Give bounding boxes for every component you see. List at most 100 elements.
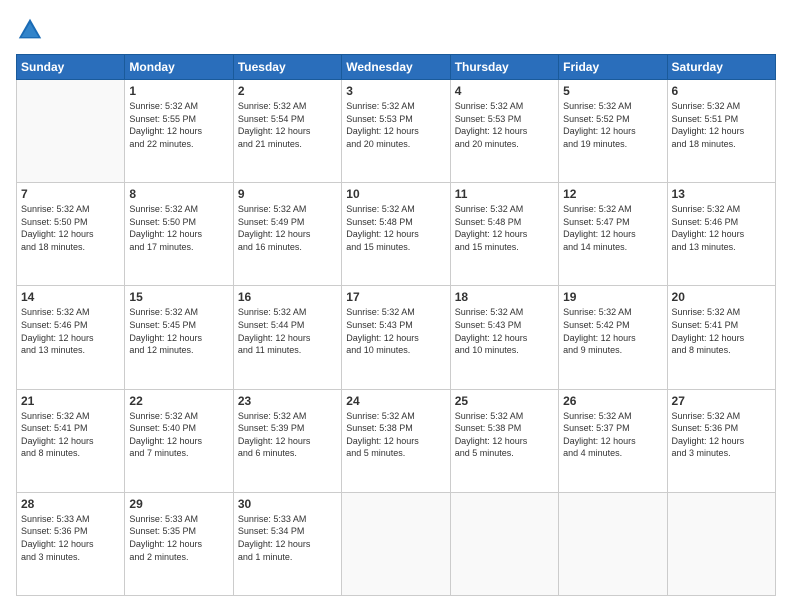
calendar-cell — [667, 492, 775, 595]
calendar-cell — [342, 492, 450, 595]
day-number: 10 — [346, 187, 445, 201]
calendar-cell: 23 Sunrise: 5:32 AM Sunset: 5:39 PM Dayli… — [233, 389, 341, 492]
weekday-header: Wednesday — [342, 55, 450, 80]
day-info: Sunrise: 5:32 AM Sunset: 5:55 PM Dayligh… — [129, 100, 228, 150]
day-info: Sunrise: 5:33 AM Sunset: 5:36 PM Dayligh… — [21, 513, 120, 563]
calendar-cell — [450, 492, 558, 595]
calendar-cell: 25 Sunrise: 5:32 AM Sunset: 5:38 PM Dayli… — [450, 389, 558, 492]
page: SundayMondayTuesdayWednesdayThursdayFrid… — [0, 0, 792, 612]
day-info: Sunrise: 5:32 AM Sunset: 5:54 PM Dayligh… — [238, 100, 337, 150]
calendar-cell: 20Sunrise: 5:32 AM Sunset: 5:41 PM Dayli… — [667, 286, 775, 389]
day-number: 17 — [346, 290, 445, 304]
day-info: Sunrise: 5:32 AM Sunset: 5:38 PM Dayligh… — [346, 410, 445, 460]
day-number: 4 — [455, 84, 554, 98]
day-info: Sunrise: 5:32 AM Sunset: 5:50 PM Dayligh… — [129, 203, 228, 253]
day-info: Sunrise: 5:32 AM Sunset: 5:39 PM Dayligh… — [238, 410, 337, 460]
calendar-cell: 3 Sunrise: 5:32 AM Sunset: 5:53 PM Daylig… — [342, 80, 450, 183]
calendar-cell: 11 Sunrise: 5:32 AM Sunset: 5:48 PM Dayli… — [450, 183, 558, 286]
day-number: 27 — [672, 394, 771, 408]
header — [16, 16, 776, 44]
day-number: 22 — [129, 394, 228, 408]
weekday-header: Sunday — [17, 55, 125, 80]
day-info: Sunrise: 5:32 AM Sunset: 5:40 PM Dayligh… — [129, 410, 228, 460]
calendar-cell: 7Sunrise: 5:32 AM Sunset: 5:50 PM Daylig… — [17, 183, 125, 286]
day-number: 5 — [563, 84, 662, 98]
calendar-cell: 14 Sunrise: 5:32 AM Sunset: 5:46 PM Dayli… — [17, 286, 125, 389]
day-info: Sunrise: 5:33 AM Sunset: 5:34 PM Dayligh… — [238, 513, 337, 563]
calendar-cell: 12Sunrise: 5:32 AM Sunset: 5:47 PM Dayli… — [559, 183, 667, 286]
day-info: Sunrise: 5:32 AM Sunset: 5:43 PM Dayligh… — [455, 306, 554, 356]
day-info: Sunrise: 5:32 AM Sunset: 5:45 PM Dayligh… — [129, 306, 228, 356]
calendar-cell: 17 Sunrise: 5:32 AM Sunset: 5:43 PM Dayli… — [342, 286, 450, 389]
calendar-cell: 10 Sunrise: 5:32 AM Sunset: 5:48 PM Dayli… — [342, 183, 450, 286]
weekday-header: Monday — [125, 55, 233, 80]
day-info: Sunrise: 5:32 AM Sunset: 5:37 PM Dayligh… — [563, 410, 662, 460]
calendar-cell — [17, 80, 125, 183]
day-info: Sunrise: 5:32 AM Sunset: 5:49 PM Dayligh… — [238, 203, 337, 253]
day-info: Sunrise: 5:32 AM Sunset: 5:46 PM Dayligh… — [21, 306, 120, 356]
day-number: 18 — [455, 290, 554, 304]
calendar-cell: 29 Sunrise: 5:33 AM Sunset: 5:35 PM Dayli… — [125, 492, 233, 595]
day-number: 25 — [455, 394, 554, 408]
calendar-cell: 21 Sunrise: 5:32 AM Sunset: 5:41 PM Dayli… — [17, 389, 125, 492]
calendar-cell — [559, 492, 667, 595]
day-number: 8 — [129, 187, 228, 201]
day-number: 20 — [672, 290, 771, 304]
day-info: Sunrise: 5:32 AM Sunset: 5:46 PM Dayligh… — [672, 203, 771, 253]
calendar-cell: 2 Sunrise: 5:32 AM Sunset: 5:54 PM Daylig… — [233, 80, 341, 183]
calendar-cell: 24 Sunrise: 5:32 AM Sunset: 5:38 PM Dayli… — [342, 389, 450, 492]
day-number: 29 — [129, 497, 228, 511]
day-number: 2 — [238, 84, 337, 98]
day-number: 30 — [238, 497, 337, 511]
day-number: 19 — [563, 290, 662, 304]
day-number: 9 — [238, 187, 337, 201]
day-number: 15 — [129, 290, 228, 304]
day-info: Sunrise: 5:32 AM Sunset: 5:41 PM Dayligh… — [21, 410, 120, 460]
day-info: Sunrise: 5:32 AM Sunset: 5:52 PM Dayligh… — [563, 100, 662, 150]
calendar-table: SundayMondayTuesdayWednesdayThursdayFrid… — [16, 54, 776, 596]
day-info: Sunrise: 5:32 AM Sunset: 5:42 PM Dayligh… — [563, 306, 662, 356]
weekday-header: Saturday — [667, 55, 775, 80]
calendar-cell: 26 Sunrise: 5:32 AM Sunset: 5:37 PM Dayli… — [559, 389, 667, 492]
day-info: Sunrise: 5:32 AM Sunset: 5:51 PM Dayligh… — [672, 100, 771, 150]
day-number: 6 — [672, 84, 771, 98]
day-info: Sunrise: 5:32 AM Sunset: 5:43 PM Dayligh… — [346, 306, 445, 356]
day-number: 24 — [346, 394, 445, 408]
calendar-cell: 8 Sunrise: 5:32 AM Sunset: 5:50 PM Daylig… — [125, 183, 233, 286]
day-number: 11 — [455, 187, 554, 201]
calendar-cell: 15 Sunrise: 5:32 AM Sunset: 5:45 PM Dayli… — [125, 286, 233, 389]
calendar-cell: 30 Sunrise: 5:33 AM Sunset: 5:34 PM Dayli… — [233, 492, 341, 595]
day-info: Sunrise: 5:32 AM Sunset: 5:53 PM Dayligh… — [455, 100, 554, 150]
day-info: Sunrise: 5:32 AM Sunset: 5:48 PM Dayligh… — [455, 203, 554, 253]
day-number: 16 — [238, 290, 337, 304]
day-info: Sunrise: 5:32 AM Sunset: 5:48 PM Dayligh… — [346, 203, 445, 253]
calendar-cell: 4 Sunrise: 5:32 AM Sunset: 5:53 PM Daylig… — [450, 80, 558, 183]
day-number: 3 — [346, 84, 445, 98]
day-number: 21 — [21, 394, 120, 408]
day-info: Sunrise: 5:32 AM Sunset: 5:36 PM Dayligh… — [672, 410, 771, 460]
weekday-header: Tuesday — [233, 55, 341, 80]
calendar-cell: 9 Sunrise: 5:32 AM Sunset: 5:49 PM Daylig… — [233, 183, 341, 286]
calendar-cell: 5 Sunrise: 5:32 AM Sunset: 5:52 PM Daylig… — [559, 80, 667, 183]
calendar-cell: 16 Sunrise: 5:32 AM Sunset: 5:44 PM Dayli… — [233, 286, 341, 389]
logo-icon — [16, 16, 44, 44]
day-info: Sunrise: 5:32 AM Sunset: 5:38 PM Dayligh… — [455, 410, 554, 460]
day-number: 13 — [672, 187, 771, 201]
weekday-header: Thursday — [450, 55, 558, 80]
day-number: 14 — [21, 290, 120, 304]
day-number: 26 — [563, 394, 662, 408]
day-info: Sunrise: 5:32 AM Sunset: 5:53 PM Dayligh… — [346, 100, 445, 150]
day-number: 7 — [21, 187, 120, 201]
day-info: Sunrise: 5:33 AM Sunset: 5:35 PM Dayligh… — [129, 513, 228, 563]
weekday-header: Friday — [559, 55, 667, 80]
calendar-cell: 28Sunrise: 5:33 AM Sunset: 5:36 PM Dayli… — [17, 492, 125, 595]
calendar-cell: 18 Sunrise: 5:32 AM Sunset: 5:43 PM Dayli… — [450, 286, 558, 389]
day-info: Sunrise: 5:32 AM Sunset: 5:44 PM Dayligh… — [238, 306, 337, 356]
day-number: 1 — [129, 84, 228, 98]
day-info: Sunrise: 5:32 AM Sunset: 5:47 PM Dayligh… — [563, 203, 662, 253]
calendar-cell: 22 Sunrise: 5:32 AM Sunset: 5:40 PM Dayli… — [125, 389, 233, 492]
day-number: 23 — [238, 394, 337, 408]
calendar-cell: 6 Sunrise: 5:32 AM Sunset: 5:51 PM Daylig… — [667, 80, 775, 183]
logo — [16, 16, 48, 44]
calendar-cell: 19 Sunrise: 5:32 AM Sunset: 5:42 PM Dayli… — [559, 286, 667, 389]
